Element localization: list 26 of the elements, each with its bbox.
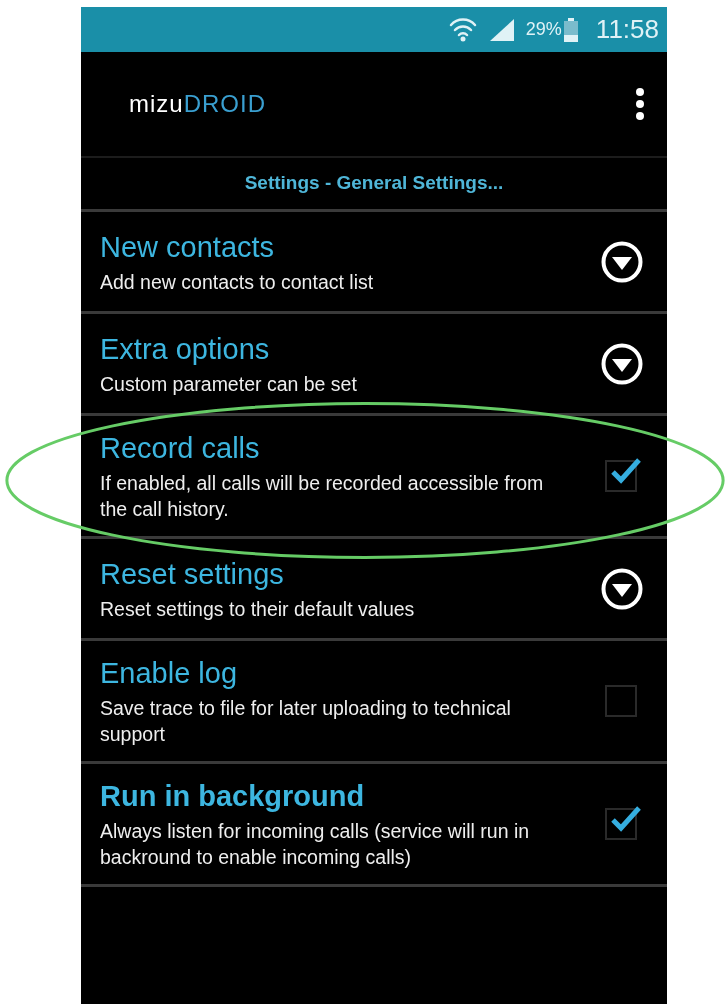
setting-title: Enable log xyxy=(100,656,239,691)
dropdown-icon[interactable] xyxy=(601,342,643,385)
setting-summary: If enabled, all calls will be recorded accessible from the call history. xyxy=(100,471,544,522)
setting-title: New contacts xyxy=(100,229,276,265)
app-logo: mizuDROID xyxy=(129,89,266,119)
battery-icon xyxy=(563,17,578,42)
checkbox[interactable] xyxy=(605,685,637,717)
overflow-menu-icon[interactable] xyxy=(635,87,645,121)
settings-row[interactable]: New contacts Add new contacts to contact list xyxy=(81,212,667,314)
setting-title: Reset settings xyxy=(100,556,285,592)
screen-title: Settings - General Settings... xyxy=(244,171,504,196)
setting-summary: Reset settings to their default values xyxy=(100,596,416,622)
setting-title: Record calls xyxy=(100,431,261,466)
setting-summary: Add new contacts to contact list xyxy=(100,269,375,295)
setting-summary: Save trace to file for later uploading to technical support xyxy=(100,696,512,747)
settings-row[interactable]: Extra options Custom parameter can be set xyxy=(81,314,667,416)
battery-percent: 29% xyxy=(525,18,562,41)
setting-summary: Always listen for incoming calls (service will run in backround to enable incoming calls) xyxy=(100,819,531,870)
setting-summary: Custom parameter can be set xyxy=(100,371,358,397)
dropdown-icon[interactable] xyxy=(601,240,643,283)
settings-row[interactable]: Reset settings Reset settings to their default values xyxy=(81,539,667,641)
setting-title: Extra options xyxy=(100,331,271,367)
clock: 11:58 xyxy=(595,13,659,46)
setting-title: Run in background xyxy=(100,779,366,814)
settings-row[interactable]: Enable log Save trace to file for later uploading to technical support xyxy=(81,641,667,764)
dropdown-icon[interactable] xyxy=(601,567,643,610)
